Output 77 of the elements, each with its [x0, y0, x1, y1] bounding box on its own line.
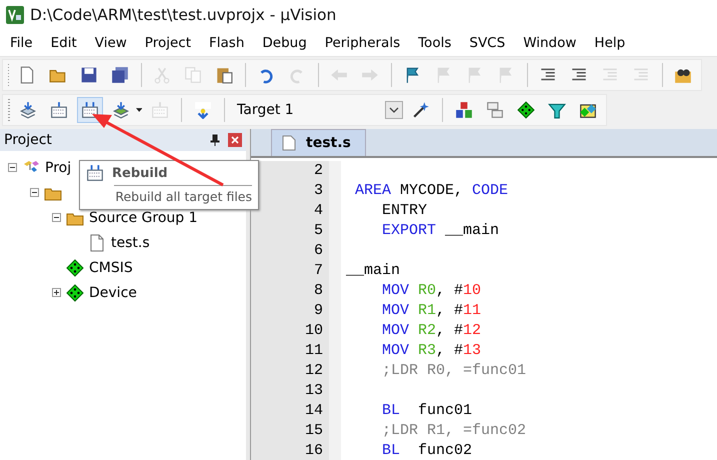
- funnel-icon[interactable]: [548, 101, 566, 119]
- file-icon: [88, 234, 106, 252]
- tree-item[interactable]: Device: [89, 284, 137, 300]
- line-number: 9: [312, 301, 323, 321]
- file-icon: [282, 135, 296, 151]
- editor-tab[interactable]: test.s: [271, 129, 366, 156]
- line-number: 14: [304, 401, 323, 421]
- collapse-toggle[interactable]: [30, 188, 39, 197]
- menu-item[interactable]: Help: [594, 35, 626, 51]
- target-dropdown[interactable]: Target 1: [233, 98, 404, 122]
- menu-item[interactable]: Peripherals: [324, 35, 400, 51]
- menu-item[interactable]: SVCS: [469, 35, 506, 51]
- line-number: 4: [312, 201, 323, 221]
- floppy-disks-icon[interactable]: [110, 66, 128, 84]
- code-line: MOV R3, #13: [381, 342, 482, 359]
- code-line: BL func02: [381, 442, 472, 459]
- line-number: 11: [304, 341, 323, 361]
- menu-item[interactable]: Edit: [50, 35, 77, 51]
- pin-icon[interactable]: [210, 134, 220, 146]
- line-number: 7: [312, 261, 323, 281]
- code-line: __main: [346, 262, 400, 279]
- tree-item[interactable]: Source Group 1: [89, 210, 198, 226]
- code-line: MOV R1, #11: [381, 302, 482, 319]
- line-number: 16: [304, 441, 323, 460]
- rebuild-grid-icon[interactable]: [80, 101, 99, 119]
- stack-arrow-icon[interactable]: [18, 101, 37, 119]
- menu-item[interactable]: File: [10, 35, 33, 51]
- collapse-toggle[interactable]: [52, 213, 61, 222]
- menu-item[interactable]: Project: [144, 35, 191, 51]
- expand-toggle[interactable]: [52, 288, 61, 297]
- line-number: 2: [312, 161, 323, 181]
- code-line: ENTRY: [381, 202, 428, 219]
- line-number: 5: [312, 221, 323, 241]
- menu-item[interactable]: Tools: [418, 35, 452, 51]
- close-button[interactable]: [228, 133, 242, 147]
- code-line: AREA MYCODE, CODE: [354, 182, 508, 199]
- line-number: 3: [312, 181, 323, 201]
- caret-icon[interactable]: [385, 101, 404, 119]
- tree-item[interactable]: Proj: [45, 160, 72, 176]
- code-line: MOV R0, #10: [381, 282, 482, 299]
- line-number: 12: [304, 361, 323, 381]
- line-number: 6: [312, 241, 323, 261]
- code-line: EXPORT __main: [381, 222, 500, 239]
- blocks-icon[interactable]: [454, 101, 473, 119]
- windows-icon[interactable]: [486, 101, 504, 119]
- code-line: ;LDR R0, =func01: [381, 362, 526, 379]
- caret-icon[interactable]: [136, 108, 142, 112]
- code-line: BL func01: [381, 402, 472, 419]
- diamond-icon: [66, 258, 84, 276]
- code-line: MOV R2, #12: [381, 322, 482, 339]
- menu-item[interactable]: Window: [523, 35, 576, 51]
- menu-item[interactable]: View: [94, 35, 127, 51]
- close-icon: [231, 136, 239, 144]
- line-number: 10: [304, 321, 323, 341]
- code-line: ;LDR R1, =func02: [381, 422, 526, 439]
- menu-item[interactable]: Debug: [262, 35, 307, 51]
- collapse-toggle[interactable]: [8, 163, 17, 172]
- clipboard-icon[interactable]: [214, 66, 233, 84]
- menu-item[interactable]: Flash: [209, 35, 244, 51]
- tooltip-text: Rebuild all target files: [114, 189, 252, 204]
- line-number: 8: [312, 281, 323, 301]
- diamond-icon[interactable]: [516, 101, 535, 119]
- build-grid-icon[interactable]: [50, 101, 68, 119]
- app-icon: [6, 6, 24, 24]
- line-number: 15: [304, 421, 323, 441]
- tree-item[interactable]: test.s: [111, 234, 150, 250]
- tree-item[interactable]: CMSIS: [89, 260, 133, 276]
- tab-label: test.s: [306, 135, 351, 151]
- layers-icon[interactable]: [112, 101, 130, 119]
- magic-wand-icon[interactable]: [412, 101, 430, 119]
- load-arrow-icon[interactable]: [194, 101, 212, 119]
- diamond-icon: [66, 284, 84, 302]
- tooltip-title: Rebuild: [112, 166, 168, 180]
- line-number: 13: [304, 381, 323, 401]
- panel-title: Project: [4, 132, 53, 148]
- rebuild-grid-icon: [86, 164, 104, 182]
- window-title: D:\Code\ARM\test\test.uvprojx - µVision: [30, 6, 336, 24]
